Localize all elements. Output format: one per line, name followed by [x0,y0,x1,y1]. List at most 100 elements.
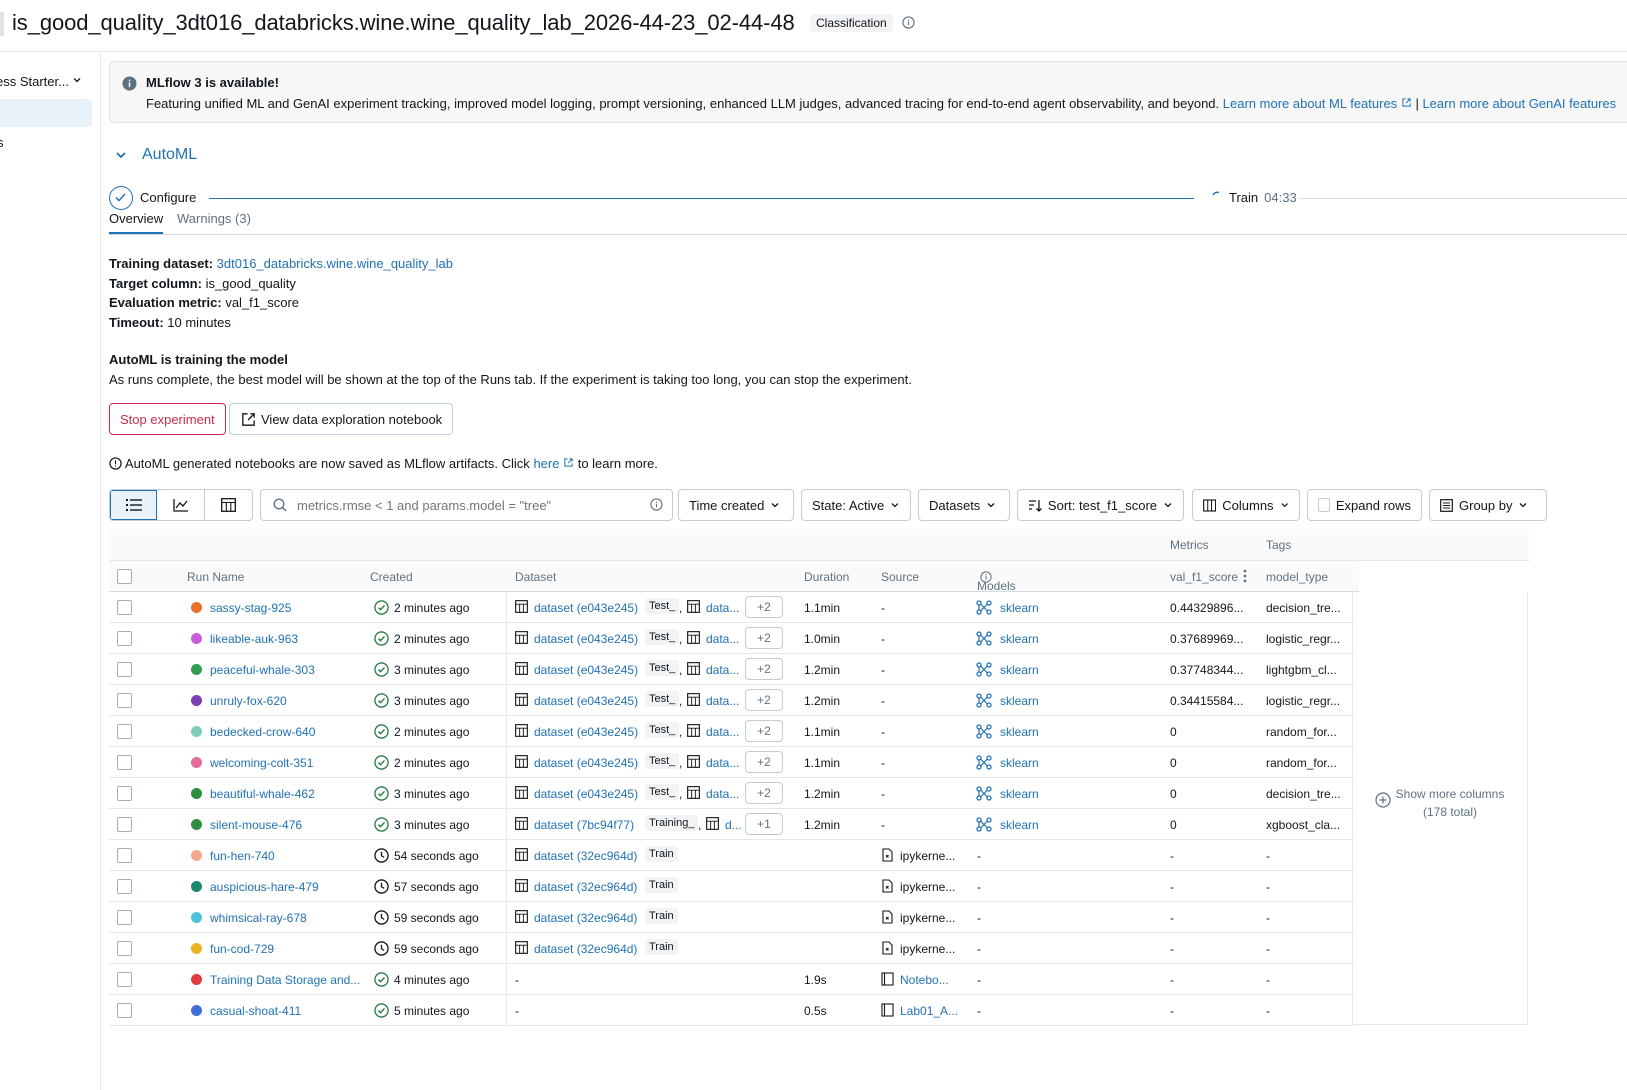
row-checkbox[interactable] [117,879,132,894]
more-datasets-button[interactable]: +2 [745,627,783,649]
run-name-link[interactable]: casual-shoat-411 [210,1004,360,1018]
columns-dropdown[interactable]: Columns [1192,489,1300,521]
dataset-link[interactable]: dataset (e043e245) [534,601,638,615]
expand-rows-toggle[interactable]: Expand rows [1307,489,1422,521]
row-checkbox[interactable] [117,786,132,801]
run-name-link[interactable]: sassy-stag-925 [210,601,360,615]
col-duration[interactable]: Duration [804,570,849,584]
col-models[interactable]: Models [977,570,1016,593]
more-datasets-button[interactable]: +2 [745,596,783,618]
genai-features-link[interactable]: Learn more about GenAI features [1422,96,1616,111]
row-checkbox[interactable] [117,724,132,739]
more-datasets-button[interactable]: +2 [745,689,783,711]
group-by-dropdown[interactable]: Group by [1429,489,1547,521]
model-link[interactable]: sklearn [1000,694,1039,708]
dataset-link-secondary[interactable]: data... [706,601,739,615]
run-source[interactable]: Lab01_A... [900,1004,960,1018]
col-created[interactable]: Created [370,570,413,584]
more-datasets-button[interactable]: +2 [745,658,783,680]
tab-overview[interactable]: Overview [109,211,164,234]
model-link[interactable]: sklearn [1000,787,1039,801]
dataset-link-secondary[interactable]: data... [706,756,739,770]
row-checkbox[interactable] [117,1003,132,1018]
chart-view-button[interactable] [157,490,205,520]
run-name-link[interactable]: fun-cod-729 [210,942,360,956]
dataset-link-secondary[interactable]: d... [725,818,742,832]
model-link[interactable]: sklearn [1000,756,1039,770]
ml-features-link[interactable]: Learn more about ML features [1223,96,1412,111]
dataset-link-secondary[interactable]: data... [706,632,739,646]
row-checkbox[interactable] [117,941,132,956]
dataset-link[interactable]: dataset (e043e245) [534,787,638,801]
search-input[interactable] [295,496,635,514]
run-source[interactable]: Notebo... [900,973,960,987]
more-datasets-button[interactable]: +2 [745,751,783,773]
row-checkbox[interactable] [117,631,132,646]
column-menu-icon[interactable] [1243,569,1247,586]
table-row[interactable]: fun-hen-740 54 seconds ago dataset (32ec96… [109,840,1354,871]
list-view-button[interactable] [110,490,158,520]
run-name-link[interactable]: beautiful-whale-462 [210,787,360,801]
run-name-link[interactable]: welcoming-colt-351 [210,756,360,770]
sidebar-item-active[interactable] [0,99,92,127]
training-dataset-link[interactable]: 3dt016_databricks.wine.wine_quality_lab [217,256,453,271]
row-checkbox[interactable] [117,848,132,863]
model-link[interactable]: sklearn [1000,601,1039,615]
dataset-link[interactable]: dataset (e043e245) [534,632,638,646]
col-model-type[interactable]: model_type [1266,570,1328,584]
sort-dropdown[interactable]: Sort: test_f1_score [1017,489,1184,521]
row-checkbox[interactable] [117,755,132,770]
more-datasets-button[interactable]: +2 [745,782,783,804]
row-checkbox[interactable] [117,693,132,708]
table-row[interactable]: welcoming-colt-351 2 minutes ago dataset (… [109,747,1354,778]
dataset-link-secondary[interactable]: data... [706,787,739,801]
run-name-link[interactable]: likeable-auk-963 [210,632,360,646]
dataset-link[interactable]: dataset (7bc94f77) [534,818,634,832]
sidebar-item[interactable]: s [0,135,4,150]
info-icon[interactable] [902,16,915,32]
select-all-checkbox[interactable] [117,569,132,584]
table-row[interactable]: beautiful-whale-462 3 minutes ago dataset … [109,778,1354,809]
table-row[interactable]: sassy-stag-925 2 minutes ago dataset (e043… [109,592,1354,623]
run-name-link[interactable]: peaceful-whale-303 [210,663,360,677]
more-datasets-button[interactable]: +1 [745,813,783,835]
notice-here-link[interactable]: here [533,456,574,471]
row-checkbox[interactable] [117,910,132,925]
expand-rows-checkbox[interactable] [1318,498,1330,512]
table-row[interactable]: unruly-fox-620 3 minutes ago dataset (e043… [109,685,1354,716]
row-checkbox[interactable] [117,972,132,987]
workspace-selector[interactable]: ess Starter... [0,71,92,93]
run-name-link[interactable]: auspicious-hare-479 [210,880,360,894]
time-created-dropdown[interactable]: Time created [678,489,794,521]
run-name-link[interactable]: silent-mouse-476 [210,818,360,832]
col-dataset[interactable]: Dataset [515,570,556,584]
col-source[interactable]: Source [881,570,919,584]
table-row[interactable]: peaceful-whale-303 3 minutes ago dataset (… [109,654,1354,685]
dataset-link-secondary[interactable]: data... [706,694,739,708]
dataset-link[interactable]: dataset (32ec964d) [534,849,637,863]
table-row[interactable]: Training Data Storage and... 4 minutes ag… [109,964,1354,995]
model-link[interactable]: sklearn [1000,632,1039,646]
table-row[interactable]: silent-mouse-476 3 minutes ago dataset (7b… [109,809,1354,840]
dataset-link[interactable]: dataset (32ec964d) [534,942,637,956]
dataset-link[interactable]: dataset (e043e245) [534,663,638,677]
run-name-link[interactable]: fun-hen-740 [210,849,360,863]
state-filter-dropdown[interactable]: State: Active [801,489,911,521]
datasets-dropdown[interactable]: Datasets [918,489,1010,521]
col-val-f1-score[interactable]: val_f1_score [1170,570,1238,584]
run-name-link[interactable]: bedecked-crow-640 [210,725,360,739]
more-datasets-button[interactable]: +2 [745,720,783,742]
run-name-link[interactable]: unruly-fox-620 [210,694,360,708]
row-checkbox[interactable] [117,600,132,615]
model-link[interactable]: sklearn [1000,663,1039,677]
model-link[interactable]: sklearn [1000,725,1039,739]
row-checkbox[interactable] [117,662,132,677]
dataset-link-secondary[interactable]: data... [706,663,739,677]
tab-warnings[interactable]: Warnings (3) [177,211,251,232]
view-notebook-button[interactable]: View data exploration notebook [229,403,454,435]
table-view-button[interactable] [205,490,252,520]
dataset-link[interactable]: dataset (e043e245) [534,694,638,708]
table-row[interactable]: auspicious-hare-479 57 seconds ago dataset… [109,871,1354,902]
show-more-columns[interactable]: Show more columns (178 total) [1352,592,1528,1025]
stop-experiment-button[interactable]: Stop experiment [109,403,226,435]
